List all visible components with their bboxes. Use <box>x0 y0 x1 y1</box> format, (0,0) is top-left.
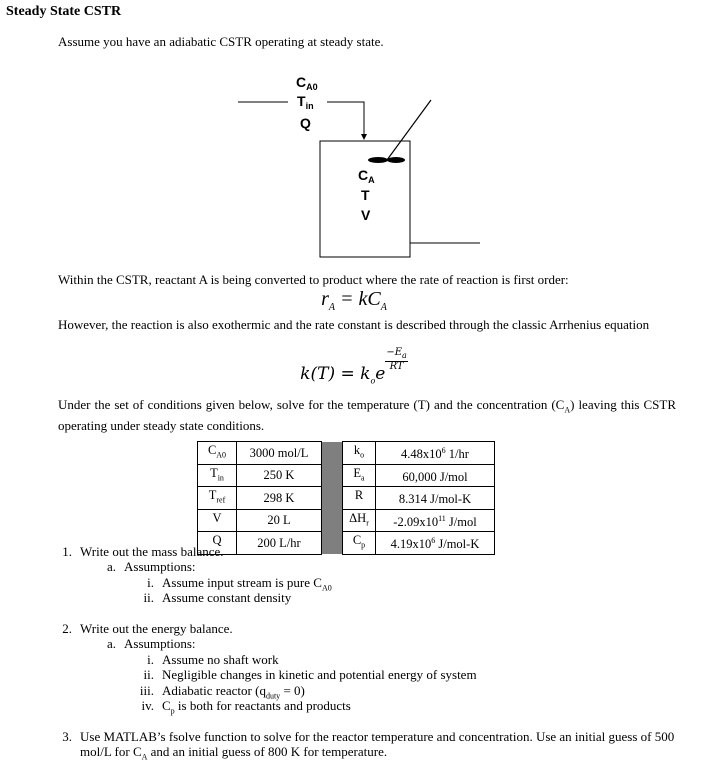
question-2a-i: i. Assume no shaft work <box>147 652 279 667</box>
parameter-value: 200 L/hr <box>236 531 322 555</box>
parameter-value: 298 K <box>236 486 322 510</box>
parameter-value: 8.314 J/mol-K <box>375 486 495 510</box>
rate-equation: rA = kCA <box>321 288 387 313</box>
parameters-table: CA0 3000 mol/L ko 4.48x106 1/hr Tin 250 K Ea 60… <box>197 441 495 555</box>
parameter-symbol: Tref <box>197 486 237 510</box>
question-2: 2. Write out the energy balance. <box>62 621 233 636</box>
solve-paragraph: Under the set of conditions given below,… <box>58 397 676 433</box>
parameter-value: 60,000 J/mol <box>375 463 495 487</box>
question-2a-iv: iv. Cp is both for reactants and products <box>141 698 351 716</box>
agitator-blade-right <box>387 157 405 163</box>
parameter-row: CA0 3000 mol/L ko 4.48x106 1/hr <box>197 441 495 465</box>
parameter-symbol: Ea <box>342 463 376 487</box>
question-2a: a. Assumptions: <box>106 636 196 651</box>
inlet-label-concentration: CA0 <box>296 74 318 92</box>
parameter-row: Tin 250 K Ea 60,000 J/mol <box>197 463 495 487</box>
reactor-label-temperature: T <box>361 187 370 203</box>
table-separator <box>321 464 343 487</box>
exponent-fraction: −Ea RT <box>385 347 408 372</box>
agitator-shaft <box>386 99 432 161</box>
question-1a: a. Assumptions: <box>106 559 196 574</box>
table-separator <box>321 531 343 554</box>
parameter-symbol: Cp <box>342 531 376 555</box>
reaction-paragraph: Within the CSTR, reactant A is being con… <box>58 272 569 287</box>
inlet-label-temperature: Tin <box>297 93 314 111</box>
parameter-value: 3000 mol/L <box>236 441 322 465</box>
parameter-symbol: V <box>197 508 237 532</box>
inlet-line-right <box>327 101 365 138</box>
question-2a-ii: ii. Negligible changes in kinetic and pot… <box>143 667 477 682</box>
inlet-label-flow: Q <box>300 115 311 131</box>
table-separator <box>321 486 343 509</box>
document-title: Steady State CSTR <box>6 4 122 19</box>
question-1: 1. Write out the mass balance. <box>62 544 224 559</box>
parameter-value: -2.09x1011 J/mol <box>375 508 495 532</box>
reactor-label-concentration: CA <box>358 167 375 185</box>
inlet-arrow-icon <box>361 134 367 140</box>
cstr-diagram: CA0 Tin Q CA T V <box>238 74 480 258</box>
parameter-row: Q 200 L/hr Cp 4.19x106 J/mol-K <box>197 531 495 555</box>
parameter-row: V 20 L ΔHr -2.09x1011 J/mol <box>197 508 495 532</box>
arrhenius-equation: k(T) = koe −Ea RT <box>300 347 408 386</box>
intro-text: Assume you have an adiabatic CSTR operat… <box>58 34 384 49</box>
question-1a-ii: ii. Assume constant density <box>143 590 292 605</box>
parameter-symbol: ko <box>342 441 376 465</box>
parameter-value: 4.48x106 1/hr <box>375 441 495 465</box>
arrhenius-paragraph: However, the reaction is also exothermic… <box>58 317 650 332</box>
agitator-blade-left <box>368 157 388 163</box>
parameter-symbol: ΔHr <box>342 508 376 532</box>
parameter-value: 250 K <box>236 463 322 487</box>
question-3: 3. Use MATLAB’s fsolve function to solve … <box>62 729 675 762</box>
table-separator <box>321 509 343 532</box>
parameter-value: 20 L <box>236 508 322 532</box>
parameter-value: 4.19x106 J/mol-K <box>375 531 495 555</box>
reactor-label-volume: V <box>361 207 371 223</box>
table-separator <box>321 441 343 464</box>
parameter-symbol: CA0 <box>197 441 237 465</box>
parameter-row: Tref 298 K R 8.314 J/mol-K <box>197 486 495 510</box>
parameter-symbol: R <box>342 486 376 510</box>
parameter-symbol: Tin <box>197 463 237 487</box>
